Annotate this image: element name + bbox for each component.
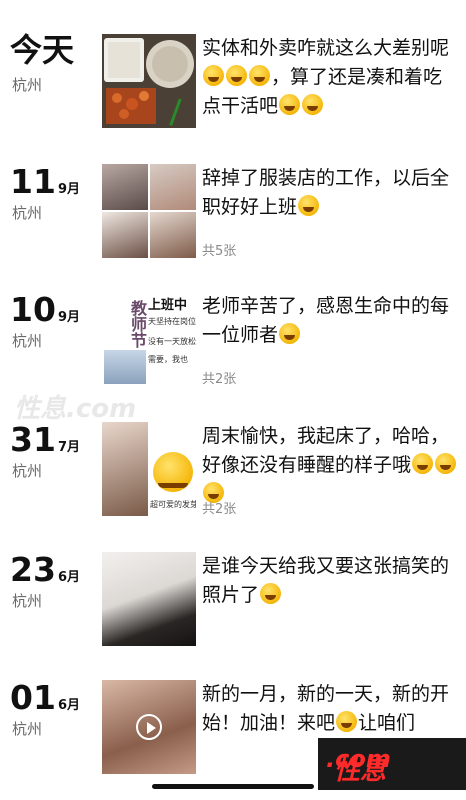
post-text: 周末愉快，我起床了，哈哈，好像还没有睡醒的样子哦 [202,422,458,509]
watermark-brand: 性息 [334,756,387,786]
date-day: 11 [10,162,56,201]
laugh-cry-emoji-icon [302,94,324,115]
home-indicator[interactable] [152,784,314,789]
post-text-body: 是谁今天给我又要这张搞笑的照片了 [202,555,450,606]
photo-count: 共2张 [202,372,237,387]
photo-count: 共5张 [202,244,237,259]
post-photo[interactable] [102,552,196,646]
post-text: 辞掉了服装店的工作，以后全职好好上班 [202,164,458,222]
post-location: 杭州 [12,204,43,222]
post-photo[interactable] [102,34,196,128]
post-location: 杭州 [12,720,43,738]
grin-sweat-emoji-icon [249,65,270,86]
date-day: 31 [10,420,56,459]
post-date: 今天 [10,32,74,68]
food-photo-icon [102,34,196,128]
date-month: 9月 [57,182,80,197]
photo-thumb [150,164,196,210]
grin-sweat-emoji-icon [226,65,247,86]
post-text-body: 辞掉了服装店的工作，以后全职好好上班 [202,167,450,218]
date-month: 6月 [57,698,80,713]
laugh-cry-emoji-icon [412,453,434,474]
laugh-cry-emoji-icon [260,583,282,604]
post-date: 11 9月 [10,164,80,200]
post-location: 杭州 [12,332,43,350]
snow-scene-image [104,350,146,384]
post-date: 10 9月 [10,292,80,328]
photo-thumb [102,422,148,516]
date-day: 10 [10,290,56,329]
poster-line: 天坚持在岗位 [148,317,196,326]
post-date: 01 6月 [10,680,80,716]
post-date: 23 6月 [10,552,80,588]
post-text: 老师辛苦了，感恩生命中的每一位师者 [202,292,458,350]
photo-count: 共2张 [202,502,237,517]
poster-title: 上班中 [148,298,188,313]
post-photo[interactable]: 教师节 上班中 天坚持在岗位 没有一天放松 需要，我也 [102,292,196,386]
poster-line: 需要，我也 [148,355,188,364]
sticker-thumb: 超可爱的发芽 [150,422,196,516]
laugh-cry-emoji-icon [279,94,301,115]
date-day: 23 [10,550,56,589]
post-text: 新的一月，新的一天，新的开始！加油！来吧 让咱们 [202,680,458,738]
calligraphy-poster: 教师节 [128,300,147,348]
date-month: 9月 [57,310,80,325]
post-date: 31 7月 [10,422,80,458]
photo-thumb [102,164,148,210]
post-video[interactable] [102,680,196,774]
post-text-body: 老师辛苦了，感恩生命中的每一位师者 [202,295,450,346]
poster-line: 没有一天放松 [148,337,196,346]
post-location: 杭州 [12,76,43,94]
post-text-body: 周末愉快，我起床了，哈哈，好像还没有睡醒的样子哦 [202,425,450,476]
watermark-logo: 性息 .com [318,738,466,790]
date-day: 01 [10,678,56,717]
laugh-cry-emoji-icon [435,453,457,474]
date-day: 今天 [10,31,75,69]
post-text-body: 实体和外卖咋就这么大差别呢 [202,37,450,59]
post-photo-grid[interactable]: 超可爱的发芽 [102,422,196,516]
post-location: 杭州 [12,592,43,610]
post-text-tail: 让咱们 [358,712,416,734]
date-month: 6月 [57,570,80,585]
post-location: 杭州 [12,462,43,480]
play-icon[interactable] [136,714,162,740]
photo-thumb [102,212,148,258]
grin-sweat-emoji-icon [203,65,224,86]
smile-sticker-icon [153,452,193,492]
wink-emoji-icon [298,195,320,216]
sticker-caption: 超可爱的发芽 [150,500,196,509]
post-text: 是谁今天给我又要这张搞笑的照片了 [202,552,458,610]
grimace-emoji-icon [336,711,358,732]
photo-thumb [150,212,196,258]
date-month: 7月 [57,440,80,455]
post-photo-grid[interactable] [102,164,196,258]
wink-emoji-icon [279,323,301,344]
post-text: 实体和外卖咋就这么大差别呢，算了还是凑和着吃点干活吧 [202,34,458,121]
